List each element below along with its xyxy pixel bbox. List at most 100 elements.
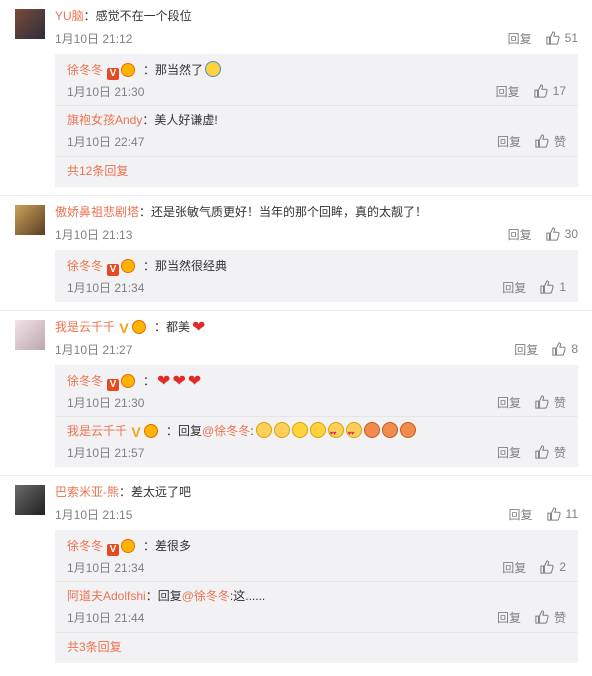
more-replies-link[interactable]: 共12条回复 bbox=[55, 156, 578, 183]
comment-meta: 1月10日 21:15 回复 11 bbox=[55, 502, 578, 526]
reply-text-tail: :这...... bbox=[229, 589, 266, 603]
like-button[interactable]: 赞 bbox=[535, 609, 566, 626]
avatar[interactable] bbox=[15, 205, 45, 235]
comment-text-line: YU脑：感觉不在一个段位 bbox=[55, 6, 578, 26]
reply-time: 1月10日 21:30 bbox=[67, 84, 145, 99]
like-count: 11 bbox=[565, 507, 578, 521]
reply-text: ：差很多 bbox=[143, 539, 192, 553]
reply-username[interactable]: 旗袍女孩Andy bbox=[67, 113, 142, 127]
member-badge-icon bbox=[144, 424, 159, 438]
reply-thread: 徐冬冬 V ：差很多 1月10日 21:34 回复 2 阿道夫Adolfshi：回复… bbox=[55, 530, 578, 663]
like-count: 51 bbox=[564, 31, 578, 45]
comment-meta: 1月10日 21:27 回复 8 bbox=[55, 337, 578, 361]
comment-text-line: 巴索米亚-熊：差太远了吧 bbox=[55, 482, 578, 502]
reply-username[interactable]: 我是云千千 bbox=[67, 424, 127, 438]
like-button[interactable]: 30 bbox=[545, 227, 578, 241]
reply-button[interactable]: 回复 bbox=[497, 394, 521, 411]
verified-v-icon: V bbox=[107, 379, 120, 391]
reply-meta: 1月10日 22:47 回复 赞 bbox=[67, 130, 566, 152]
reply-time: 1月10日 21:34 bbox=[67, 560, 145, 575]
mention-link[interactable]: @徐冬冬 bbox=[182, 589, 230, 603]
like-button[interactable]: 17 bbox=[533, 84, 566, 98]
reply-button[interactable]: 回复 bbox=[514, 341, 538, 358]
reply-meta: 1月10日 21:34 回复 2 bbox=[67, 556, 566, 578]
reply-username[interactable]: 徐冬冬 bbox=[67, 374, 103, 388]
like-button[interactable]: 赞 bbox=[535, 394, 566, 411]
reply: 徐冬冬 V ：那当然很经典 1月10日 21:34 回复 1 bbox=[55, 252, 578, 298]
comment-time: 1月10日 21:13 bbox=[55, 227, 133, 242]
reply: 徐冬冬 V ：那当然了 1月10日 21:30 回复 17 bbox=[55, 56, 578, 102]
reply-button[interactable]: 回复 bbox=[497, 133, 521, 150]
reply-button[interactable]: 回复 bbox=[508, 30, 532, 47]
more-replies-link[interactable]: 共3条回复 bbox=[55, 632, 578, 659]
verified-v-icon: V bbox=[107, 264, 120, 276]
like-count: 2 bbox=[559, 560, 566, 574]
reply-text: ：美人好谦虚! bbox=[142, 113, 218, 127]
comment: 我是云千千 V ：都美 ❤ 1月10日 21:27 回复 8 徐冬冬 V： ❤ ❤ ❤ 1月1… bbox=[0, 310, 592, 467]
thumbs-up-icon bbox=[533, 84, 548, 98]
reply-button[interactable]: 回复 bbox=[509, 506, 533, 523]
like-count: 30 bbox=[564, 227, 578, 241]
member-badge-icon bbox=[121, 374, 136, 388]
like-button[interactable]: 8 bbox=[552, 342, 578, 356]
reply-time: 1月10日 21:57 bbox=[67, 445, 145, 460]
like-button[interactable]: 2 bbox=[540, 560, 566, 574]
reply-text-line: 徐冬冬 V ：那当然很经典 bbox=[67, 256, 566, 276]
comment-text: ：还是张敏气质更好！当年的那个回眸，真的太靓了！ bbox=[139, 205, 428, 219]
verified-v-icon: V bbox=[131, 424, 141, 440]
comment-text-line: 傲娇鼻祖悲剧塔：还是张敏气质更好！当年的那个回眸，真的太靓了！ bbox=[55, 202, 578, 222]
thumbs-up-icon bbox=[535, 395, 549, 409]
reply-button[interactable]: 回复 bbox=[497, 444, 521, 461]
love-emoji-icon bbox=[363, 422, 380, 438]
member-badge-icon bbox=[121, 539, 136, 553]
avatar[interactable] bbox=[15, 9, 45, 39]
reply-button[interactable]: 回复 bbox=[508, 226, 532, 243]
heart-emoji-icon: ❤ bbox=[192, 319, 206, 336]
thumbs-up-icon bbox=[540, 280, 554, 294]
comment-meta: 1月10日 21:13 回复 30 bbox=[55, 222, 578, 246]
reply-button[interactable]: 回复 bbox=[502, 559, 526, 576]
reply-meta: 1月10日 21:34 回复 1 bbox=[67, 276, 566, 298]
heart-eyes-emoji-icon bbox=[345, 422, 362, 444]
comment-username[interactable]: 巴索米亚-熊 bbox=[55, 485, 119, 499]
like-count: 17 bbox=[552, 84, 566, 98]
member-badge-icon bbox=[132, 320, 147, 334]
reply-text: ：那当然了 bbox=[143, 63, 204, 77]
comment: 傲娇鼻祖悲剧塔：还是张敏气质更好！当年的那个回眸，真的太靓了！ 1月10日 21… bbox=[0, 195, 592, 302]
verified-v-icon: V bbox=[107, 544, 120, 556]
like-label: 赞 bbox=[553, 134, 566, 149]
like-button[interactable]: 1 bbox=[540, 280, 566, 294]
comment-username[interactable]: 傲娇鼻祖悲剧塔 bbox=[55, 205, 139, 219]
reply-meta: 1月10日 21:30 回复 赞 bbox=[67, 391, 566, 413]
reply-thread: 徐冬冬 V ：那当然了 1月10日 21:30 回复 17 旗袍女孩Andy：美人好… bbox=[55, 54, 578, 187]
reply-text-line: 旗袍女孩Andy：美人好谦虚! bbox=[67, 110, 566, 130]
like-button[interactable]: 51 bbox=[545, 31, 578, 45]
like-button[interactable]: 赞 bbox=[535, 444, 566, 461]
reply-button[interactable]: 回复 bbox=[496, 83, 520, 100]
avatar[interactable] bbox=[15, 485, 45, 515]
reply-text: ：回复 bbox=[166, 424, 203, 438]
member-badge-icon bbox=[121, 63, 136, 77]
mention-link[interactable]: @徐冬冬 bbox=[202, 424, 250, 438]
like-button[interactable]: 赞 bbox=[535, 133, 566, 150]
reply-username[interactable]: 徐冬冬 bbox=[67, 63, 103, 77]
like-button[interactable]: 11 bbox=[546, 507, 578, 521]
comment: 巴索米亚-熊：差太远了吧 1月10日 21:15 回复 11 徐冬冬 V ：差很多 … bbox=[0, 475, 592, 663]
verified-v-icon: V bbox=[119, 320, 129, 336]
comment-username[interactable]: YU脑 bbox=[55, 9, 84, 23]
reply-button[interactable]: 回复 bbox=[502, 279, 526, 296]
avatar[interactable] bbox=[15, 320, 45, 350]
reply-username[interactable]: 徐冬冬 bbox=[67, 539, 103, 553]
member-badge-icon bbox=[121, 259, 136, 273]
reply-button[interactable]: 回复 bbox=[497, 609, 521, 626]
reply-time: 1月10日 22:47 bbox=[67, 134, 145, 149]
reply-text: ： bbox=[143, 374, 156, 388]
reply-username[interactable]: 徐冬冬 bbox=[67, 259, 103, 273]
thumbs-up-icon bbox=[546, 507, 561, 521]
comment-time: 1月10日 21:27 bbox=[55, 342, 133, 357]
reply-text: ：回复 bbox=[145, 589, 182, 603]
comment-username[interactable]: 我是云千千 bbox=[55, 320, 115, 334]
thumbs-up-icon bbox=[545, 227, 560, 241]
reply-username[interactable]: 阿道夫Adolfshi bbox=[67, 589, 146, 603]
thumbs-up-icon bbox=[540, 560, 554, 574]
